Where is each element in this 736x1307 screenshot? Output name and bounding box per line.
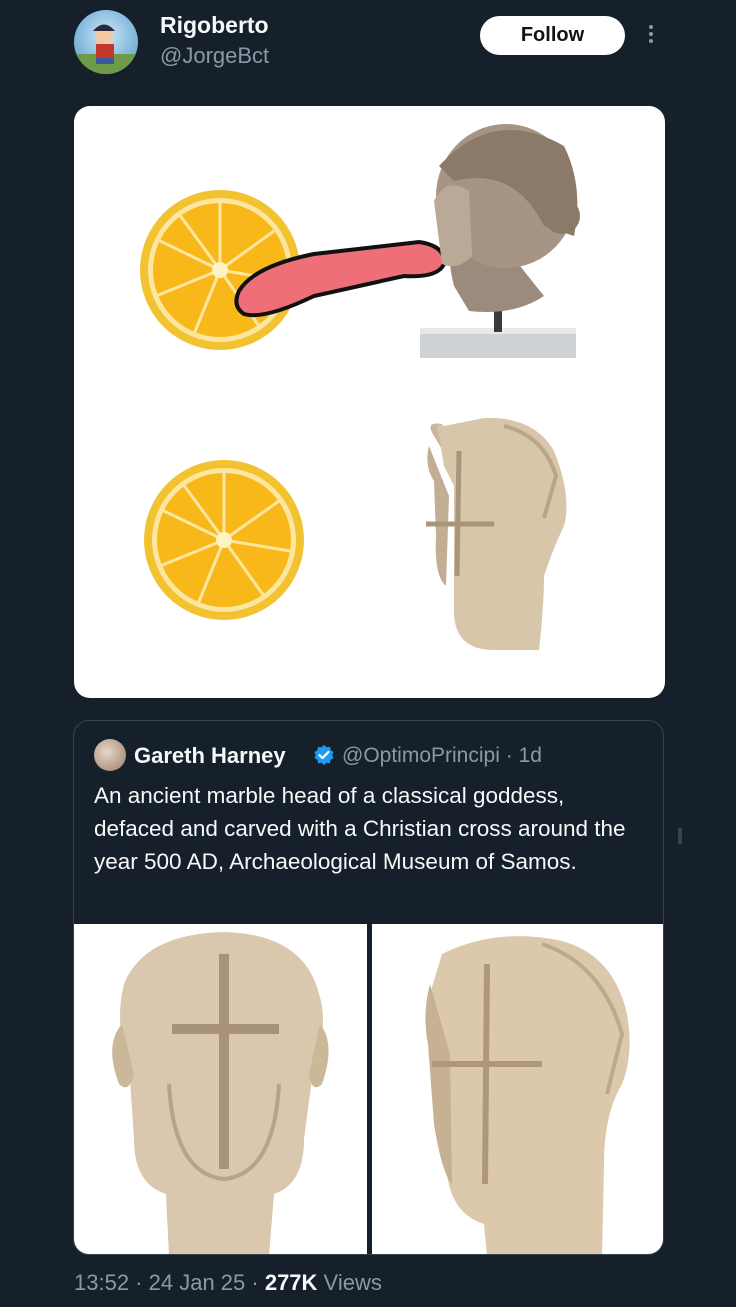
verified-badge-icon xyxy=(314,745,334,765)
post-image[interactable] xyxy=(74,106,665,698)
views-count: 277K xyxy=(264,1270,318,1295)
views-label: Views xyxy=(323,1270,382,1295)
goddess-statue xyxy=(420,124,580,358)
follow-button[interactable]: Follow xyxy=(480,16,625,55)
quoted-meta: @OptimoPrincipi · 1d xyxy=(342,744,542,767)
quoted-text: An ancient marble head of a classical go… xyxy=(94,783,626,874)
scroll-indicator xyxy=(678,828,682,844)
author-display-name[interactable]: Rigoberto xyxy=(160,12,269,39)
lemon-slice-bottom xyxy=(144,460,304,620)
quoted-image-front[interactable] xyxy=(74,924,367,1254)
quoted-author-avatar[interactable] xyxy=(94,739,126,771)
post-meta: 13:52 · 24 Jan 25 · 277K Views xyxy=(74,1270,382,1295)
post-time[interactable]: 13:52 xyxy=(74,1270,129,1295)
quoted-author-name[interactable]: Gareth Harney xyxy=(134,743,286,769)
author-avatar[interactable] xyxy=(74,10,138,74)
quoted-post[interactable]: Gareth Harney @OptimoPrincipi · 1d An an… xyxy=(73,720,664,1255)
author-handle[interactable]: @JorgeBct xyxy=(160,43,269,69)
quoted-image-side[interactable] xyxy=(372,924,663,1254)
more-options-icon[interactable] xyxy=(644,22,658,50)
quoted-handle[interactable]: @OptimoPrincipi xyxy=(342,744,500,767)
quoted-time[interactable]: 1d xyxy=(519,744,542,767)
post-date[interactable]: 24 Jan 25 xyxy=(149,1270,246,1295)
defaced-statue xyxy=(426,417,567,650)
